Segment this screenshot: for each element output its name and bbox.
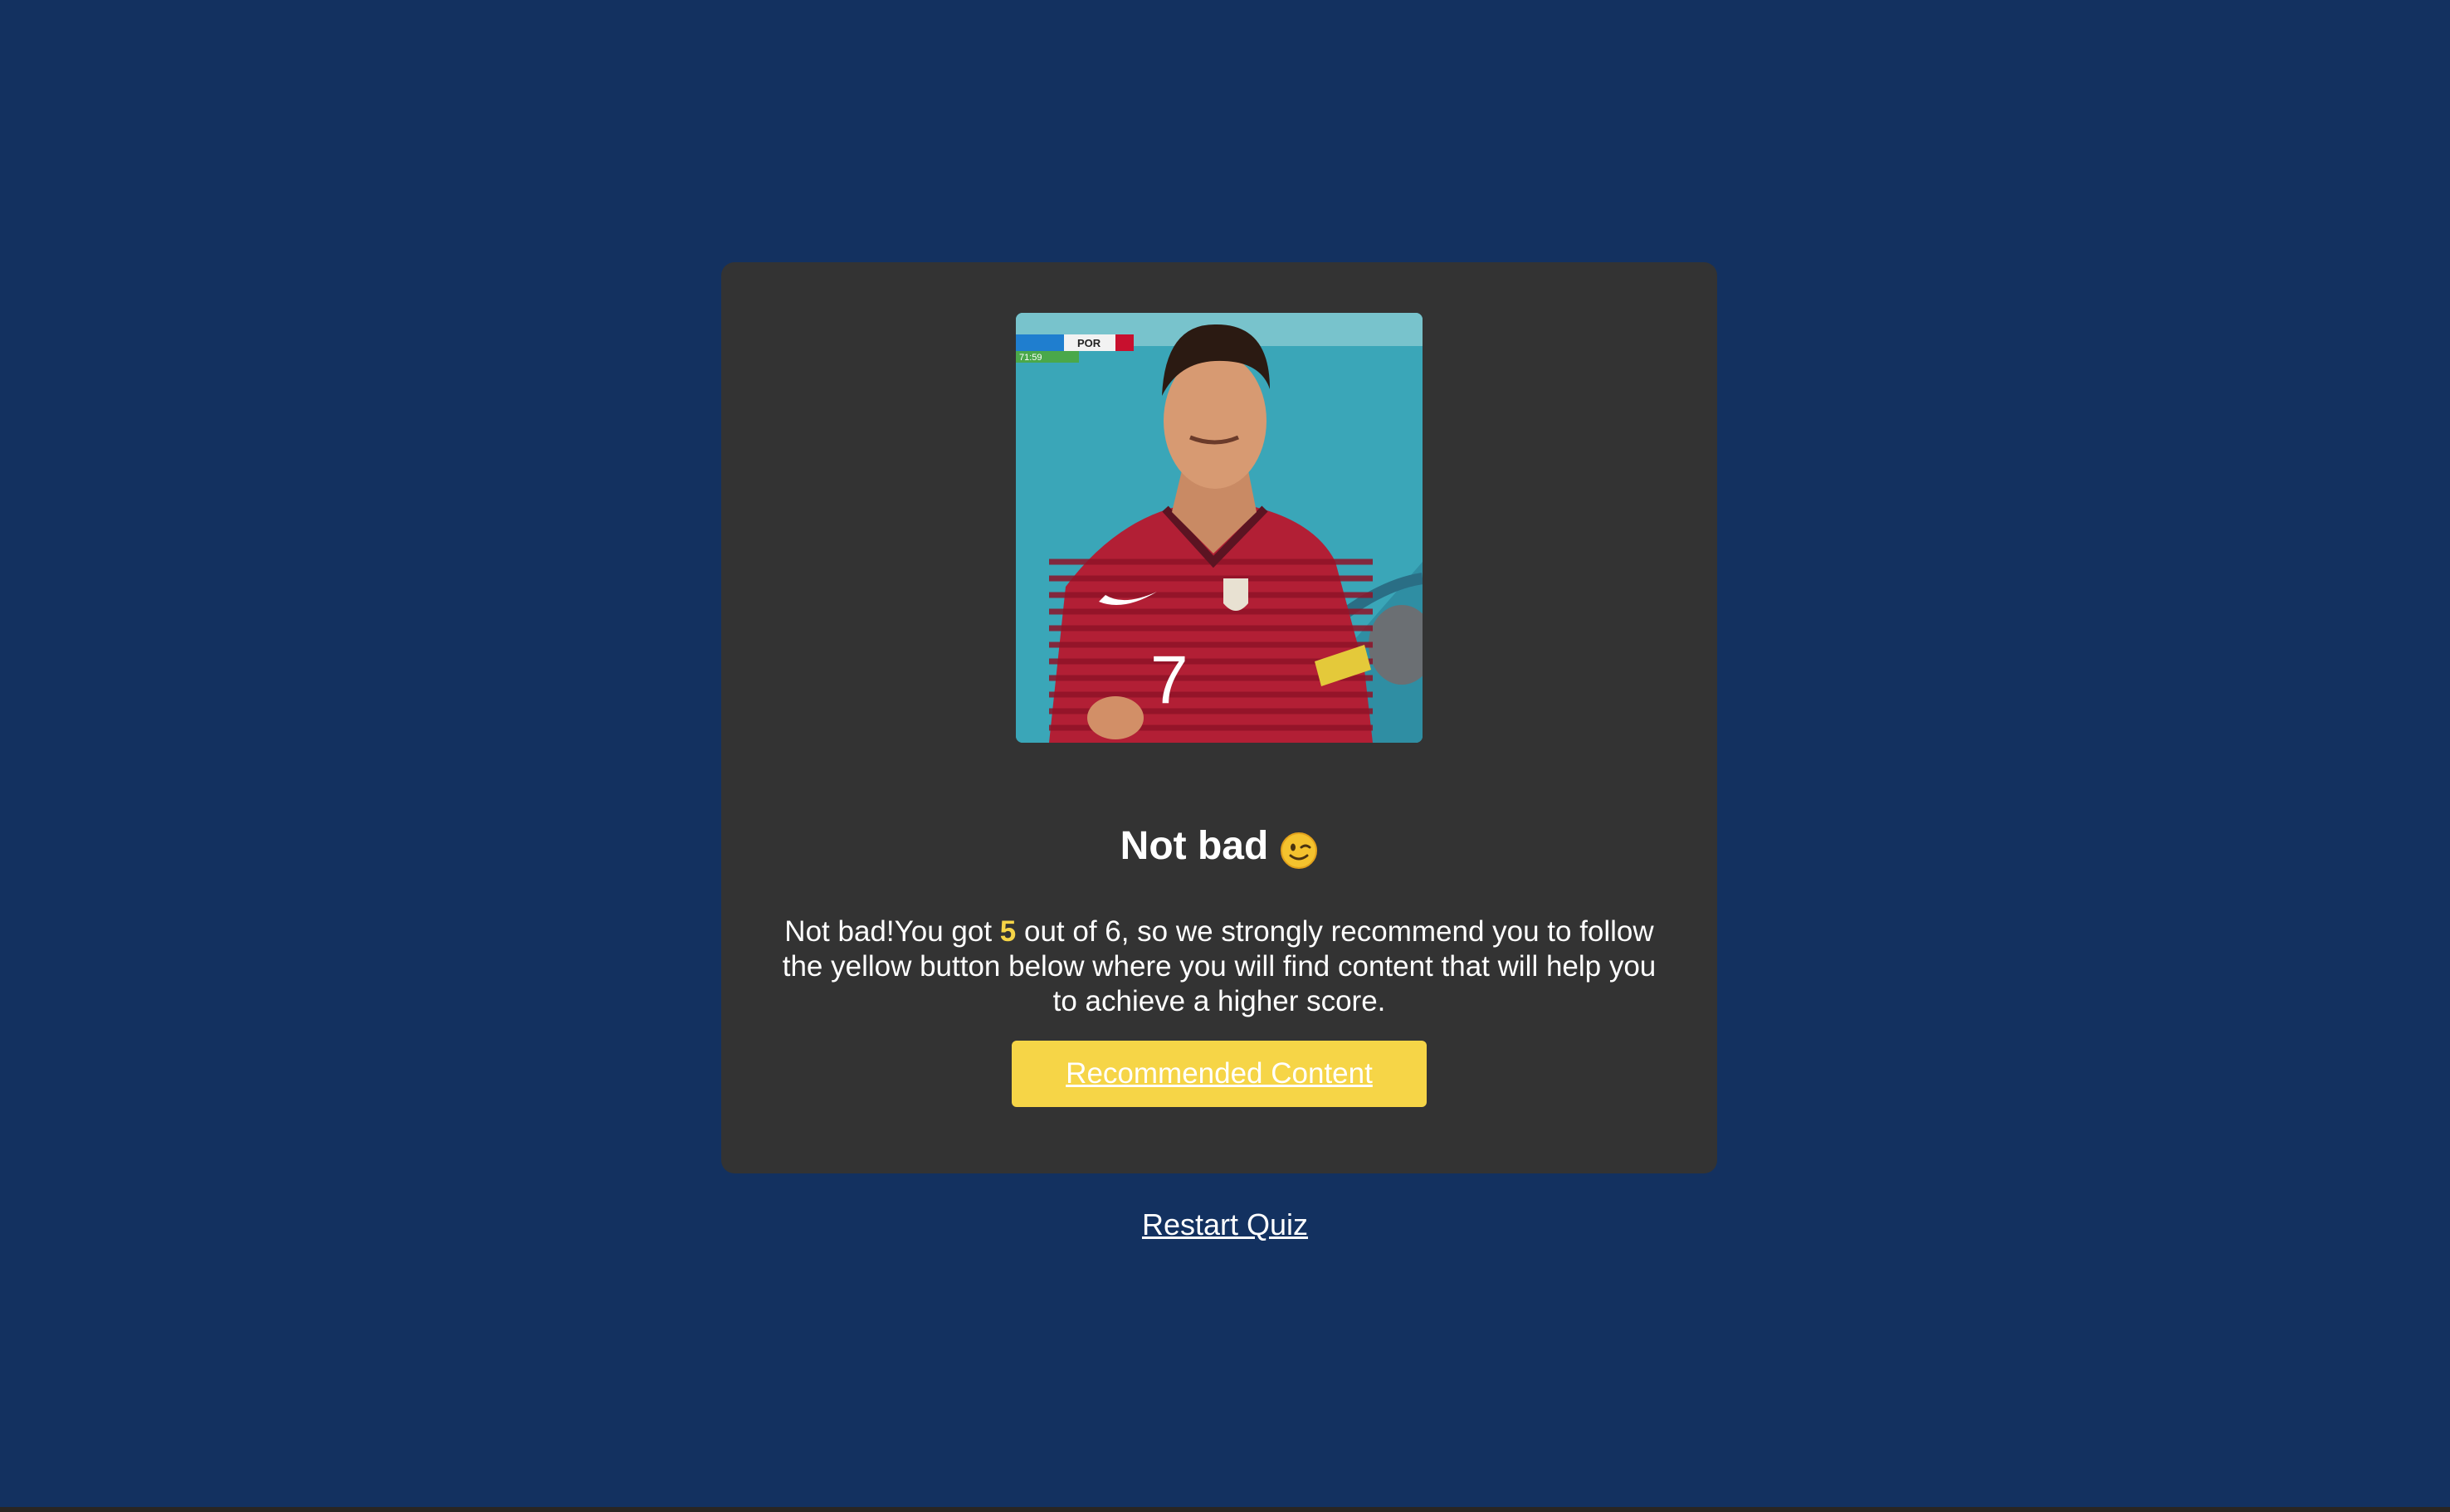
message-prefix: Not bad!You got [784, 915, 1000, 948]
jersey-number: 7 [1150, 642, 1188, 718]
winking-face-icon [1280, 827, 1318, 869]
scoreboard-team: POR [1077, 337, 1101, 349]
window-bottom-edge [0, 1507, 2450, 1512]
result-card: POR 71:59 7 Not bad Not bad!You got 5 ou… [721, 262, 1717, 1173]
result-image: POR 71:59 7 [1016, 313, 1423, 743]
result-message: Not bad!You got 5 out of 6, so we strong… [779, 915, 1659, 1019]
score-value: 5 [999, 915, 1017, 948]
result-title: Not bad [721, 817, 1717, 876]
recommended-content-button[interactable]: Recommended Content [1012, 1041, 1427, 1107]
result-title-text: Not bad [1120, 824, 1269, 868]
scoreboard-time: 71:59 [1019, 353, 1042, 363]
restart-quiz-link[interactable]: Restart Quiz [0, 1205, 2450, 1245]
